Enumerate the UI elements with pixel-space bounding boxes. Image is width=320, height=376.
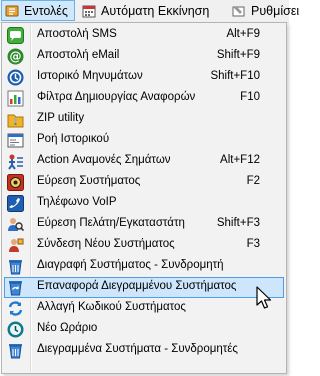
menu-item-voip-phone[interactable]: Τηλέφωνο VoIP	[4, 193, 284, 214]
menu-item-label: Επαναφορά Διεγραμμένου Συστήματος	[37, 280, 237, 292]
settings-icon	[232, 4, 246, 18]
menu-item-label: Ροή Ιστορικού	[37, 133, 110, 145]
menu-item-deleted-systems-subscribers[interactable]: Διεγραμμένα Συστήματα - Συνδρομητές	[4, 340, 284, 361]
find-system-icon	[7, 174, 24, 191]
menu-item-find-customer-installer[interactable]: Εύρεση Πελάτη/Εγκαταστάτη Shift+F3	[4, 214, 284, 235]
deleted-systems-icon	[7, 342, 24, 359]
menu-commands-label: Εντολές	[24, 3, 68, 18]
menu-item-shortcut: F2	[246, 175, 260, 187]
menu-item-send-sms[interactable]: Αποστολή SMS Alt+F9	[4, 25, 284, 46]
menu-item-send-email[interactable]: @ Αποστολή eMail Shift+F9	[4, 46, 284, 67]
menu-item-label: Ιστορικό Μηνυμάτων	[37, 70, 143, 82]
email-icon: @	[7, 48, 24, 65]
menu-item-shortcut: Shift+F9	[216, 49, 260, 61]
menu-item-restore-deleted-system[interactable]: Επαναφορά Διεγραμμένου Συστήματος	[4, 277, 284, 298]
menu-auto-start-label: Αυτόματη Εκκίνηση	[101, 3, 210, 18]
menu-item-label: Action Αναμονές Σημάτων	[37, 154, 171, 166]
menubar: Εντολές Αυτόματη Εκκίνηση Ρυθμίσει	[0, 0, 299, 23]
menu-item-change-system-code[interactable]: Αλλαγή Κωδικού Συστήματος	[4, 298, 284, 319]
menu-item-label: Αποστολή SMS	[37, 28, 117, 40]
menu-settings[interactable]: Ρυθμίσει	[232, 0, 299, 21]
menu-item-label: Φίλτρα Δημιουργίας Αναφορών	[37, 91, 196, 103]
sms-icon	[7, 27, 24, 44]
find-customer-icon	[7, 216, 25, 233]
menu-item-label: Αποστολή eMail	[37, 49, 120, 61]
svg-text:@: @	[10, 50, 22, 64]
menu-item-zip-utility[interactable]: ZIP utility	[4, 109, 284, 130]
connect-system-icon	[7, 237, 24, 254]
history-flow-icon	[7, 132, 24, 149]
menu-item-connect-new-system[interactable]: Σύνδεση Νέου Συστήματος F3	[4, 235, 284, 256]
menu-item-shortcut: F10	[240, 91, 260, 103]
menu-item-delete-system-subscriber[interactable]: Διαγραφή Συστήματος - Συνδρομητή	[4, 256, 284, 277]
zip-icon	[7, 111, 24, 128]
menu-item-action-signal-waits[interactable]: Action Αναμονές Σημάτων Alt+F12	[4, 151, 284, 172]
menu-item-label: Εύρεση Πελάτη/Εγκαταστάτη	[37, 217, 185, 229]
mouse-cursor-icon	[256, 286, 272, 309]
change-code-icon	[7, 300, 24, 317]
menu-item-shortcut: Alt+F9	[226, 28, 260, 40]
commands-dropdown-menu: Αποστολή SMS Alt+F9 @ Αποστολή eMail Shi…	[1, 22, 287, 374]
menu-auto-start[interactable]: Αυτόματη Εκκίνηση	[82, 0, 209, 21]
menu-item-label: Εύρεση Συστήματος	[37, 175, 141, 187]
menu-item-label: Διεγραμμένα Συστήματα - Συνδρομητές	[37, 343, 238, 355]
menu-item-history-flow[interactable]: Ροή Ιστορικού	[4, 130, 284, 151]
menu-item-shortcut: Alt+F12	[220, 154, 260, 166]
new-schedule-icon	[7, 321, 24, 338]
action-waits-icon	[7, 153, 24, 170]
calendar-icon	[82, 4, 96, 18]
menu-item-label: Διαγραφή Συστήματος - Συνδρομητή	[37, 259, 224, 271]
menu-item-shortcut: Shift+F3	[216, 217, 260, 229]
menu-item-label: Σύνδεση Νέου Συστήματος	[37, 238, 175, 250]
menu-item-label: ZIP utility	[37, 112, 85, 124]
menu-commands[interactable]: Εντολές	[1, 0, 75, 21]
message-history-icon	[7, 69, 24, 86]
menu-settings-label: Ρυθμίσει	[251, 3, 300, 18]
menu-item-shortcut: Shift+F10	[210, 70, 260, 82]
menu-item-label: Νέο Ωράριο	[37, 322, 98, 334]
commands-icon	[5, 4, 19, 18]
menu-item-report-filters[interactable]: Φίλτρα Δημιουργίας Αναφορών F10	[4, 88, 284, 109]
menu-item-find-system[interactable]: Εύρεση Συστήματος F2	[4, 172, 284, 193]
menu-item-label: Αλλαγή Κωδικού Συστήματος	[37, 301, 186, 313]
menu-item-new-schedule[interactable]: Νέο Ωράριο	[4, 319, 284, 340]
menu-item-shortcut: F3	[246, 238, 260, 250]
menu-item-label: Τηλέφωνο VoIP	[37, 196, 117, 208]
report-filter-icon	[7, 90, 24, 107]
recycle-bin-icon	[7, 258, 24, 275]
menu-item-message-history[interactable]: Ιστορικό Μηνυμάτων Shift+F10	[4, 67, 284, 88]
restore-recycle-bin-icon	[7, 279, 24, 296]
voip-phone-icon	[7, 195, 24, 212]
